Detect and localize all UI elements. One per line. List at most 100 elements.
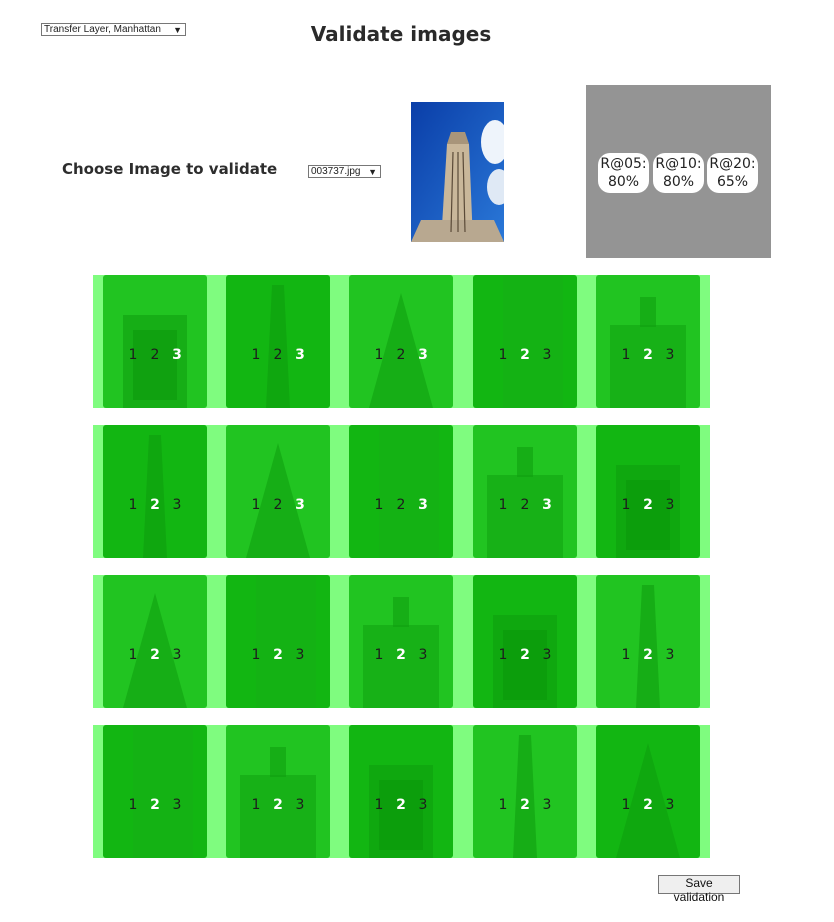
- rank-option-2[interactable]: 2: [144, 797, 166, 813]
- rank-option-2[interactable]: 2: [637, 647, 659, 663]
- rank-option-1[interactable]: 1: [368, 347, 390, 363]
- result-image-capitol-building: 123: [349, 425, 453, 558]
- rank-option-1[interactable]: 1: [122, 497, 144, 513]
- rank-option-1[interactable]: 1: [245, 497, 267, 513]
- rank-option-3[interactable]: 3: [166, 647, 188, 663]
- metric-value: 80%: [662, 174, 695, 190]
- result-image-brick-building: 123: [103, 275, 207, 408]
- choose-image-label: Choose Image to validate: [62, 160, 278, 178]
- tint-overlay: [103, 425, 207, 558]
- tint-overlay: [473, 425, 577, 558]
- rank-option-2[interactable]: 2: [390, 497, 412, 513]
- rank-option-2[interactable]: 2: [267, 497, 289, 513]
- rank-option-3[interactable]: 3: [536, 347, 558, 363]
- result-image-cathedral-facade: 123: [349, 575, 453, 708]
- rank-option-3[interactable]: 3: [166, 797, 188, 813]
- rank-option-2[interactable]: 2: [514, 797, 536, 813]
- rank-selector: 123: [226, 347, 330, 363]
- rank-selector: 123: [349, 497, 453, 513]
- rank-option-2[interactable]: 2: [390, 347, 412, 363]
- rank-option-3[interactable]: 3: [412, 797, 434, 813]
- rank-option-3[interactable]: 3: [659, 347, 681, 363]
- rank-option-2[interactable]: 2: [144, 497, 166, 513]
- rank-selector: 123: [473, 347, 577, 363]
- result-image-brick-tower: 123: [596, 725, 700, 858]
- rank-option-3[interactable]: 3: [289, 797, 311, 813]
- metric-r10: R@10: 80%: [653, 153, 704, 193]
- rank-option-3[interactable]: 3: [536, 797, 558, 813]
- result-image-pyramid-tower: 123: [226, 425, 330, 558]
- rank-selector: 123: [473, 497, 577, 513]
- rank-option-1[interactable]: 1: [615, 647, 637, 663]
- rank-option-2[interactable]: 2: [390, 647, 412, 663]
- rank-option-2[interactable]: 2: [267, 647, 289, 663]
- rank-option-1[interactable]: 1: [615, 797, 637, 813]
- rank-option-1[interactable]: 1: [368, 797, 390, 813]
- rank-option-2[interactable]: 2: [514, 647, 536, 663]
- rank-option-1[interactable]: 1: [492, 347, 514, 363]
- metric-label: R@20:: [709, 156, 756, 172]
- image-select-value: 003737.jpg: [311, 166, 361, 177]
- rank-option-1[interactable]: 1: [368, 647, 390, 663]
- rank-option-3[interactable]: 3: [289, 497, 311, 513]
- rank-option-1[interactable]: 1: [122, 347, 144, 363]
- rank-option-1[interactable]: 1: [245, 797, 267, 813]
- rank-option-1[interactable]: 1: [368, 497, 390, 513]
- result-image-church-spire: 123: [226, 575, 330, 708]
- rank-option-1[interactable]: 1: [492, 497, 514, 513]
- tint-overlay: [349, 275, 453, 408]
- rank-option-3[interactable]: 3: [412, 347, 434, 363]
- result-image-flatiron: 123: [349, 275, 453, 408]
- rank-option-2[interactable]: 2: [637, 797, 659, 813]
- result-image-modern-facade: 123: [473, 275, 577, 408]
- rank-option-2[interactable]: 2: [637, 497, 659, 513]
- metric-value: 80%: [607, 174, 640, 190]
- rank-option-2[interactable]: 2: [637, 347, 659, 363]
- image-select[interactable]: 003737.jpg ▼: [308, 165, 381, 178]
- rank-option-3[interactable]: 3: [166, 347, 188, 363]
- rank-option-2[interactable]: 2: [144, 347, 166, 363]
- result-image-cathedral: 123: [596, 275, 700, 408]
- rank-selector: 123: [103, 497, 207, 513]
- rank-selector: 123: [349, 647, 453, 663]
- rank-option-3[interactable]: 3: [536, 647, 558, 663]
- rank-option-3[interactable]: 3: [289, 647, 311, 663]
- rank-option-2[interactable]: 2: [514, 347, 536, 363]
- rank-option-3[interactable]: 3: [166, 497, 188, 513]
- rank-option-2[interactable]: 2: [390, 797, 412, 813]
- rank-option-2[interactable]: 2: [267, 347, 289, 363]
- result-row: 123123123123123: [93, 425, 710, 558]
- save-validation-button[interactable]: Save validation: [658, 875, 740, 904]
- tint-overlay: [596, 725, 700, 858]
- rank-option-2[interactable]: 2: [144, 647, 166, 663]
- rank-selector: 123: [103, 647, 207, 663]
- result-image-stone-tower: 123: [596, 575, 700, 708]
- rank-selector: 123: [349, 347, 453, 363]
- rank-option-1[interactable]: 1: [492, 647, 514, 663]
- rank-option-1[interactable]: 1: [245, 347, 267, 363]
- rank-selector: 123: [349, 797, 453, 813]
- rank-option-2[interactable]: 2: [514, 497, 536, 513]
- rank-option-3[interactable]: 3: [412, 497, 434, 513]
- rank-option-1[interactable]: 1: [615, 497, 637, 513]
- rank-option-3[interactable]: 3: [289, 347, 311, 363]
- rank-option-1[interactable]: 1: [615, 347, 637, 363]
- rank-selector: 123: [596, 797, 700, 813]
- rank-option-3[interactable]: 3: [412, 647, 434, 663]
- rank-option-3[interactable]: 3: [659, 497, 681, 513]
- tint-overlay: [103, 275, 207, 408]
- rank-option-2[interactable]: 2: [267, 797, 289, 813]
- rank-option-3[interactable]: 3: [659, 647, 681, 663]
- rank-option-1[interactable]: 1: [122, 797, 144, 813]
- result-image-clock-tower: 123: [473, 425, 577, 558]
- rank-option-1[interactable]: 1: [122, 647, 144, 663]
- result-image-church-tower: 123: [103, 725, 207, 858]
- rank-option-1[interactable]: 1: [245, 647, 267, 663]
- rank-option-3[interactable]: 3: [659, 797, 681, 813]
- tint-overlay: [349, 575, 453, 708]
- tint-overlay: [226, 425, 330, 558]
- rank-option-3[interactable]: 3: [536, 497, 558, 513]
- result-row: 123123123123123: [93, 575, 710, 708]
- rank-option-1[interactable]: 1: [492, 797, 514, 813]
- tint-overlay: [226, 725, 330, 858]
